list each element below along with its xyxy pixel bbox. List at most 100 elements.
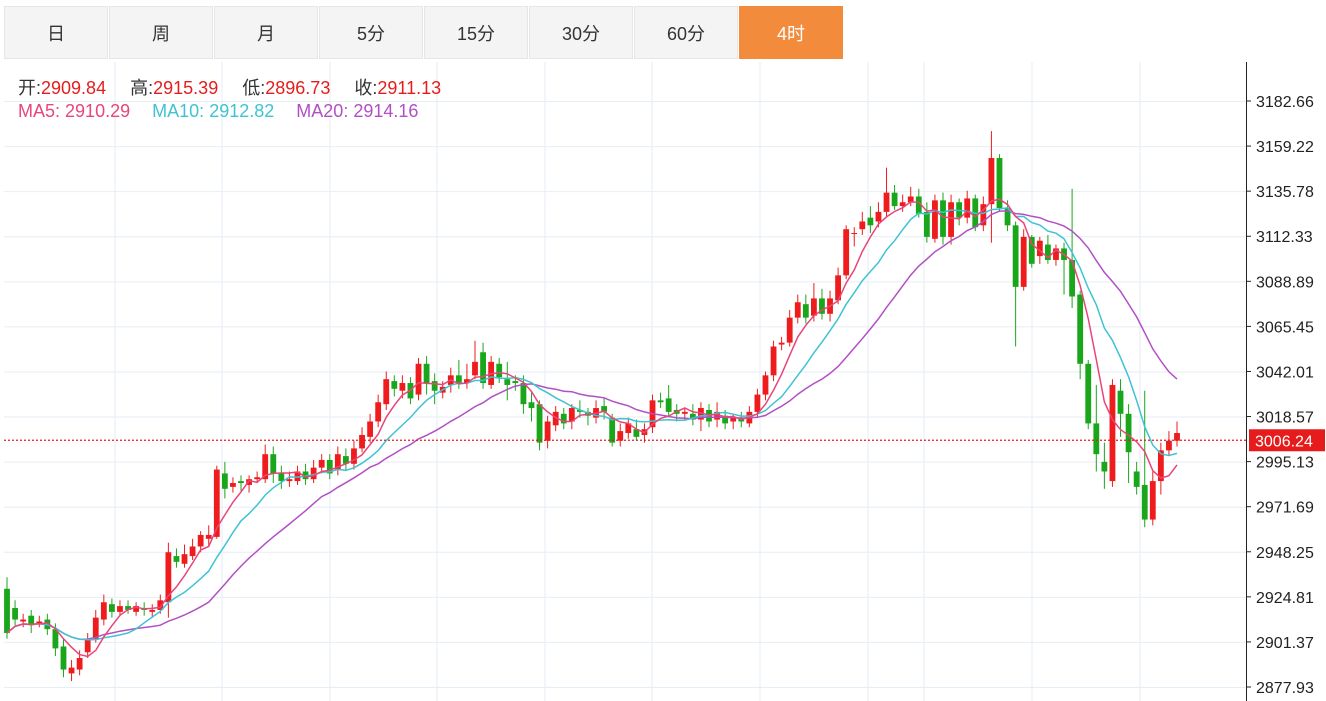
candle-body-116	[940, 200, 946, 237]
close-value: 2911.13	[377, 78, 442, 98]
candle-body-8	[68, 667, 75, 674]
candle-body-100	[810, 298, 817, 316]
candle-body-7	[60, 646, 67, 670]
y-tick-label-1: 3159.22	[1256, 139, 1314, 156]
candle-body-1	[12, 608, 18, 620]
candle-body-46	[375, 402, 382, 422]
candle-body-97	[786, 317, 793, 343]
candle-body-98	[794, 302, 801, 318]
candle-body-106	[859, 221, 866, 230]
ma5-label: MA5:	[18, 101, 61, 121]
candle-body-134	[1085, 363, 1092, 424]
candle-body-0	[4, 588, 10, 634]
ma5-line	[6, 198, 1178, 658]
candle-body-81	[657, 400, 664, 403]
low-label: 低:	[242, 78, 266, 98]
candle-body-2	[20, 619, 27, 622]
candle-body-33	[270, 454, 277, 474]
ma-info: MA5: 2910.29 MA10: 2912.82 MA20: 2914.16	[18, 101, 418, 122]
ma10-label: MA10:	[152, 101, 205, 121]
candle-body-31	[254, 477, 261, 480]
candle-body-22	[181, 554, 188, 564]
ma20-value: 2914.16	[353, 101, 419, 121]
candle-body-62	[504, 379, 511, 385]
y-tick-label-11: 2924.81	[1256, 590, 1314, 607]
ma10-value: 2912.82	[209, 101, 275, 121]
candle-body-25	[205, 534, 212, 539]
candle-body-82	[665, 398, 672, 412]
candle-body-145	[1174, 433, 1180, 441]
candle-body-66	[536, 404, 543, 443]
candle-body-136	[1101, 461, 1108, 472]
candle-body-18	[149, 609, 156, 612]
candle-body-135	[1093, 423, 1100, 455]
candle-body-10	[84, 638, 91, 653]
candle-body-104	[843, 229, 850, 276]
candle-body-126	[1020, 236, 1027, 287]
candle-body-105	[851, 233, 858, 235]
y-tick-label-4: 3088.89	[1256, 274, 1314, 291]
y-tick-label-13: 2877.93	[1256, 680, 1314, 697]
y-tick-label-7: 3018.57	[1256, 410, 1314, 427]
candle-body-109	[883, 192, 890, 212]
candle-body-61	[496, 363, 503, 378]
y-tick-label-3: 3112.33	[1256, 229, 1313, 246]
candle-body-34	[278, 473, 285, 482]
candle-body-108	[875, 211, 882, 222]
low-value: 2896.73	[265, 78, 331, 98]
candle-body-29	[238, 481, 244, 484]
candle-body-67	[544, 421, 551, 441]
candle-body-53	[431, 381, 438, 391]
candle-body-44	[359, 434, 365, 449]
candle-body-12	[100, 602, 107, 620]
candle-body-140	[1133, 471, 1140, 487]
candle-body-75	[609, 417, 616, 443]
candle-body-51	[415, 363, 422, 395]
candle-body-39	[318, 459, 325, 468]
y-tick-label-6: 3042.01	[1256, 364, 1314, 381]
candle-body-11	[92, 617, 99, 639]
candle-body-133	[1077, 294, 1084, 364]
candle-body-76	[617, 431, 624, 441]
ohlc-info: 开:2909.84 高:2915.39 低:2896.73 收:2911.13	[18, 74, 441, 100]
candle-body-99	[802, 304, 809, 318]
open-label: 开:	[18, 78, 42, 98]
candle-body-65	[528, 402, 535, 409]
candle-body-21	[173, 556, 180, 562]
y-tick-label-2: 3135.78	[1256, 184, 1314, 201]
candle-body-9	[76, 658, 83, 670]
candle-body-95	[770, 346, 777, 376]
candle-body-122	[988, 158, 995, 205]
open-value: 2909.84	[41, 78, 107, 98]
y-tick-label-5: 3065.45	[1256, 319, 1314, 336]
candle-body-117	[948, 202, 954, 237]
candle-body-35	[286, 479, 293, 482]
ma20-line	[6, 210, 1178, 640]
candle-body-137	[1109, 384, 1116, 482]
candle-body-125	[1012, 225, 1019, 287]
candle-body-28	[230, 483, 236, 487]
y-tick-label-12: 2901.37	[1256, 635, 1314, 652]
candle-body-127	[1028, 236, 1035, 264]
candle-body-138	[1117, 390, 1124, 414]
candle-body-107	[867, 217, 874, 226]
high-label: 高:	[130, 78, 154, 98]
last-price-label: 3006.24	[1255, 433, 1313, 450]
candle-body-93	[754, 394, 761, 412]
ma5-value: 2910.29	[65, 101, 131, 121]
candle-body-64	[520, 383, 527, 405]
ma10-line	[6, 206, 1178, 641]
close-label: 收:	[354, 78, 378, 98]
candle-body-96	[778, 342, 785, 345]
candle-body-48	[391, 381, 398, 389]
candle-body-47	[383, 379, 390, 405]
y-tick-label-10: 2948.25	[1256, 545, 1314, 562]
candle-body-13	[108, 604, 115, 612]
candle-body-144	[1166, 440, 1172, 451]
candle-body-115	[932, 200, 938, 239]
candle-body-119	[964, 198, 971, 218]
candle-body-23	[189, 546, 196, 557]
candle-body-58	[472, 361, 478, 376]
candle-body-52	[423, 363, 430, 384]
high-value: 2915.39	[153, 78, 219, 98]
